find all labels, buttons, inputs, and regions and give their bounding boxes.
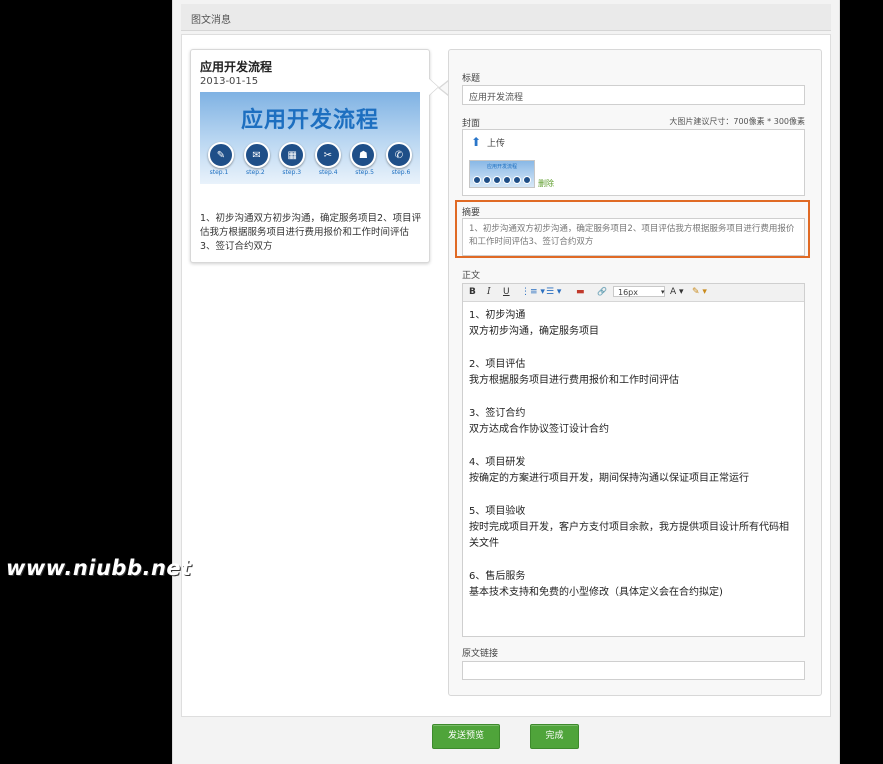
thumb-title: 应用开发流程 xyxy=(486,164,517,170)
cover-step-label: step.4 xyxy=(318,169,338,176)
body-editor[interactable]: B I U ⋮≡ ▾ ☰ ▾ ▬ 🔗 16px ▾ A ▾ ✎ ▾ 1、初步沟通… xyxy=(462,283,805,637)
bold-button[interactable]: B xyxy=(469,286,476,298)
article-preview-card[interactable]: 应用开发流程 2013-01-15 应用开发流程 ✎ ✉ ▦ ✂ ☗ ✆ ste… xyxy=(190,49,430,263)
section-text: 按时完成项目开发，客户方支付项目余款，我方提供项目设计所有代码相关文件 xyxy=(469,522,789,549)
preview-date: 2013-01-15 xyxy=(200,76,259,87)
body-section: 6、售后服务 基本技术支持和免费的小型修改（具体定义会在合约拟定) xyxy=(469,569,798,601)
tool-icon: ✂ xyxy=(314,142,341,168)
note-icon: ✉ xyxy=(243,142,270,168)
preview-summary: 1、初步沟通双方初步沟通，确定服务项目2、项目评估我方根据服务项目进行费用报价和… xyxy=(200,213,422,252)
source-link-label: 原文链接 xyxy=(462,649,499,659)
preview-title: 应用开发流程 xyxy=(200,60,273,74)
italic-button[interactable]: I xyxy=(487,286,491,298)
body-section: 3、签订合约 双方达成合作协议签订设计合约 xyxy=(469,406,798,438)
done-button[interactable]: 完成 xyxy=(530,724,579,749)
body-section: 4、项目研发 按确定的方案进行项目开发，期间保持沟通以保证项目正常运行 xyxy=(469,455,798,487)
body-content[interactable]: 1、初步沟通 双方初步沟通，确定服务项目 2、项目评估 我方根据服务项目进行费用… xyxy=(469,308,798,618)
chat-icon: ✆ xyxy=(385,142,412,168)
cover-step-label: step.5 xyxy=(355,169,374,176)
section-text: 基本技术支持和免费的小型修改（具体定义会在合约拟定) xyxy=(469,587,723,598)
title-input[interactable]: 应用开发流程 xyxy=(462,85,805,105)
preview-cover-image: 应用开发流程 ✎ ✉ ▦ ✂ ☗ ✆ step.1 step.2 step.3 … xyxy=(200,92,420,184)
ordered-list-button[interactable]: ⋮≡ ▾ xyxy=(521,286,545,298)
title-input-value: 应用开发流程 xyxy=(469,93,524,103)
cover-step-labels: step.1 step.2 step.3 step.4 step.5 step.… xyxy=(206,169,414,176)
link-icon[interactable]: 🔗 xyxy=(597,286,607,298)
cover-label: 封面 xyxy=(462,119,481,129)
section-heading: 3、签订合约 xyxy=(469,408,526,419)
title-label: 标题 xyxy=(462,74,481,84)
page-title: 图文消息 xyxy=(191,15,231,26)
section-text: 按确定的方案进行项目开发，期间保持沟通以保证项目正常运行 xyxy=(469,473,749,484)
font-size-value: 16px xyxy=(618,288,638,297)
send-preview-button[interactable]: 发送预览 xyxy=(432,724,500,749)
upload-button[interactable]: ⬆ 上传 xyxy=(462,129,805,155)
delete-cover-link[interactable]: 删除 xyxy=(538,178,554,189)
section-text: 我方根据服务项目进行费用报价和工作时间评估 xyxy=(469,375,679,386)
editor-toolbar: B I U ⋮≡ ▾ ☰ ▾ ▬ 🔗 16px ▾ A ▾ ✎ ▾ xyxy=(463,284,804,302)
highlight-button[interactable]: ✎ ▾ xyxy=(692,286,707,298)
upload-icon: ⬆ xyxy=(471,135,482,149)
cover-step-label: step.1 xyxy=(209,169,229,176)
section-heading: 4、项目研发 xyxy=(469,457,526,468)
section-heading: 1、初步沟通 xyxy=(469,310,526,321)
section-text: 双方达成合作协议签订设计合约 xyxy=(469,424,609,435)
image-icon[interactable]: ▬ xyxy=(576,286,585,298)
section-heading: 5、项目验收 xyxy=(469,506,526,517)
underline-button[interactable]: U xyxy=(503,286,510,298)
cover-thumbnail-area: 应用开发流程 删除 xyxy=(462,153,805,196)
cover-step-label: step.2 xyxy=(246,169,265,176)
cover-step-label: step.6 xyxy=(391,169,411,176)
font-size-select[interactable]: 16px xyxy=(613,286,665,297)
user-icon: ☗ xyxy=(350,142,377,168)
editor-panel: 标题 应用开发流程 封面 大图片建议尺寸：700像素 * 300像素 ⬆ 上传 … xyxy=(448,49,822,696)
source-link-input[interactable] xyxy=(462,661,805,680)
body-label: 正文 xyxy=(462,271,481,281)
editor-pointer xyxy=(438,80,449,96)
cover-size-hint: 大图片建议尺寸：700像素 * 300像素 xyxy=(669,117,805,126)
chevron-down-icon[interactable]: ▾ xyxy=(661,286,665,298)
section-heading: 2、项目评估 xyxy=(469,359,526,370)
font-color-button[interactable]: A ▾ xyxy=(670,286,684,298)
thumb-icons xyxy=(473,176,531,184)
section-text: 双方初步沟通，确定服务项目 xyxy=(469,326,599,337)
cover-title: 应用开发流程 xyxy=(240,108,379,133)
upload-label: 上传 xyxy=(487,139,506,149)
section-heading: 6、售后服务 xyxy=(469,571,526,582)
summary-highlight-frame xyxy=(455,200,810,258)
cover-step-label: step.3 xyxy=(282,169,302,176)
cover-thumbnail: 应用开发流程 xyxy=(469,160,535,188)
pen-icon: ✎ xyxy=(208,142,234,168)
unordered-list-button[interactable]: ☰ ▾ xyxy=(546,286,561,298)
site-watermark: www.niubb.net xyxy=(6,556,192,580)
preview-pointer xyxy=(428,78,438,96)
page-header: 图文消息 xyxy=(181,4,831,31)
cover-step-icons: ✎ ✉ ▦ ✂ ☗ ✆ xyxy=(208,142,412,168)
body-section: 5、项目验收 按时完成项目开发，客户方支付项目余款，我方提供项目设计所有代码相关… xyxy=(469,504,798,552)
body-section: 2、项目评估 我方根据服务项目进行费用报价和工作时间评估 xyxy=(469,357,798,389)
calendar-icon: ▦ xyxy=(279,142,306,168)
body-section: 1、初步沟通 双方初步沟通，确定服务项目 xyxy=(469,308,798,340)
